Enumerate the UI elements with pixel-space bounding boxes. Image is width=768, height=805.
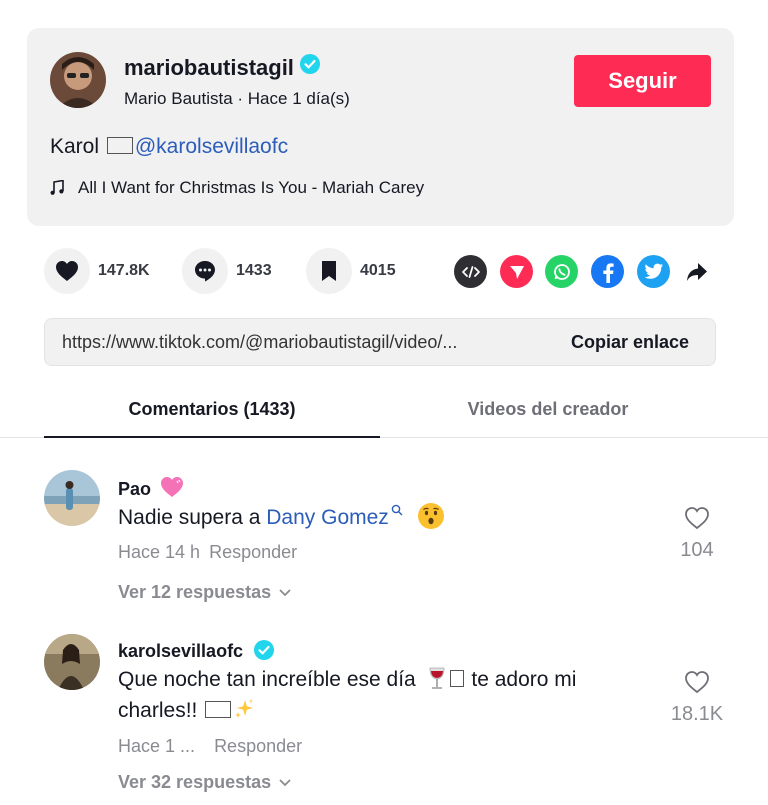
comment-avatar[interactable] [44,634,100,690]
save-button[interactable] [306,248,352,294]
music-note-icon [50,180,64,195]
bookmark-icon [322,261,336,281]
creator-username-text[interactable]: mariobautistagil [124,55,294,80]
comment-like-count: 104 [680,539,714,561]
emoji-placeholder-icon [205,701,232,718]
comment-meta: Hace 14 h Responder [118,542,297,563]
action-bar: 147.8K 1433 4015 [44,248,724,296]
share-link-bar: https://www.tiktok.com/@mariobautistagil… [44,318,716,366]
comment-username-text[interactable]: karolsevillaofc [118,641,243,661]
heart-outline-icon[interactable] [684,506,710,530]
comment-time: Hace 1 ... [118,736,196,756]
reply-button[interactable]: Responder [214,736,302,756]
comment-button[interactable] [182,248,228,294]
comment-text-line2: charles!! [118,699,198,722]
tab-creator-videos[interactable]: Videos del creador [380,388,716,438]
creator-display-name: Mario Bautista [124,89,233,108]
verified-badge-icon [299,54,320,80]
creator-avatar[interactable] [50,52,106,108]
whatsapp-icon[interactable] [545,255,578,288]
heart-icon [56,261,78,281]
heart-outline-icon[interactable] [684,670,710,694]
tab-bar: Comentarios (1433) Videos del creador [0,388,768,438]
caption-mention-link[interactable]: @karolsevillaofc [135,135,288,158]
comment-text-line1b: te adoro mi [471,668,577,691]
comment-like[interactable]: 104 [657,506,737,562]
comment-username[interactable]: karolsevillaofc [118,640,275,662]
comment-like-count: 18.1K [670,703,724,725]
view-replies-label[interactable]: Ver 12 respuestas [118,582,271,603]
pink-heart-icon [161,477,184,497]
view-replies-label[interactable]: Ver 32 respuestas [118,772,271,793]
comment-bubble-icon [195,261,215,282]
like-action[interactable]: 147.8K [44,248,150,294]
hushed-face-emoji-icon [417,503,444,529]
comment-item: Pao Nadie supera a Dany Gomez Hace 14 h … [0,470,768,610]
chevron-down-icon [279,589,291,596]
send-to-friends-icon[interactable] [500,255,533,288]
comment-count: 1433 [236,262,272,279]
verified-badge-icon [254,640,275,660]
save-action[interactable]: 4015 [306,248,396,294]
wine-glass-emoji-icon [429,667,444,689]
comment-mention-link[interactable]: Dany Gomez [266,506,389,529]
share-link-text[interactable]: https://www.tiktok.com/@mariobautistagil… [62,332,532,353]
comment-username-text[interactable]: Pao [118,479,151,499]
comment-meta: Hace 1 ... Responder [118,736,302,757]
view-replies-button[interactable]: Ver 12 respuestas [118,582,291,603]
save-count: 4015 [360,262,396,279]
facebook-icon[interactable] [591,255,624,288]
subline-separator: · [232,89,248,108]
like-count: 147.8K [98,262,150,279]
caption-text: Karol [50,135,105,158]
like-button[interactable] [44,248,90,294]
music-info[interactable]: All I Want for Christmas Is You - Mariah… [50,178,424,198]
post-time: Hace 1 día(s) [247,89,350,108]
creator-subline: Mario Bautista · Hace 1 día(s) [124,89,350,109]
creator-username[interactable]: mariobautistagil [124,54,320,81]
tab-comments[interactable]: Comentarios (1433) [44,388,380,438]
comment-text: Que noche tan increíble ese día te adoro… [118,664,638,726]
comment-like[interactable]: 18.1K [657,670,737,726]
share-arrow-icon[interactable] [680,255,713,288]
reply-button[interactable]: Responder [209,542,297,562]
comment-text: Nadie supera a Dany Gomez [118,502,445,533]
twitter-icon[interactable] [637,255,670,288]
comment-text-line1: Que noche tan increíble ese día [118,668,416,691]
comment-action[interactable]: 1433 [182,248,272,294]
chevron-down-icon [279,779,291,786]
post-caption: Karol @karolsevillaofc [50,135,288,159]
post-card: mariobautistagil Mario Bautista · Hace 1… [27,28,734,226]
comment-username[interactable]: Pao [118,476,184,500]
comment-item: karolsevillaofc Que noche tan increíble … [0,634,768,804]
search-icon[interactable] [391,504,403,516]
copy-link-button[interactable]: Copiar enlace [571,332,689,353]
comment-text-body: Nadie supera a [118,506,267,529]
emoji-placeholder-icon [449,670,464,687]
comment-avatar[interactable] [44,470,100,526]
comment-time: Hace 14 h [118,542,201,562]
embed-icon[interactable] [454,255,487,288]
follow-button[interactable]: Seguir [574,55,711,107]
sparkles-emoji-icon [235,699,254,718]
emoji-placeholder-icon [106,137,133,154]
music-title[interactable]: All I Want for Christmas Is You - Mariah… [78,178,424,198]
view-replies-button[interactable]: Ver 32 respuestas [118,772,291,793]
